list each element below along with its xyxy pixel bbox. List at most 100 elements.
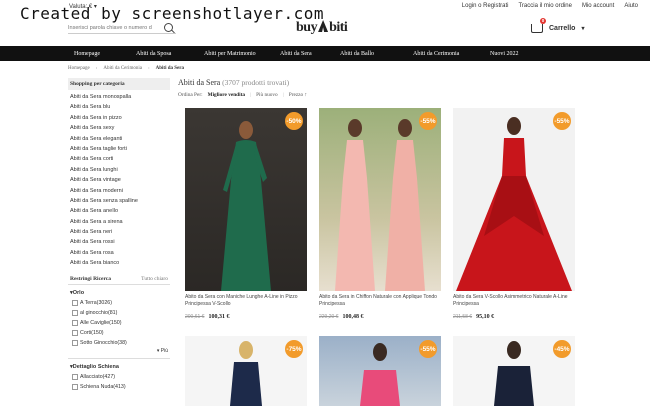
sort-price[interactable]: Prezzo ↑ xyxy=(289,92,307,98)
filter-option[interactable]: A Terra(3026) xyxy=(72,298,170,308)
checkbox[interactable] xyxy=(72,299,78,306)
search-bar xyxy=(68,22,176,34)
original-price: 211,58 € xyxy=(453,314,473,320)
chevron-right-icon: › xyxy=(95,66,98,71)
search-input[interactable] xyxy=(68,24,164,31)
checkbox[interactable] xyxy=(72,339,78,346)
cart-button[interactable]: 0 Carrello ▾ xyxy=(531,18,585,33)
checkbox[interactable] xyxy=(72,373,78,380)
category-link[interactable]: Abiti da Sera eleganti xyxy=(68,134,170,144)
breadcrumb-current: Abiti da Sera xyxy=(155,66,184,71)
filter-title-schiena[interactable]: ▾Dettaglio Schiena xyxy=(68,364,170,370)
nav-item-homepage[interactable]: Homepage xyxy=(74,51,136,57)
nav-item-cerimonia[interactable]: Abiti da Cerimonia xyxy=(413,51,490,57)
checkbox[interactable] xyxy=(72,309,78,316)
product-image[interactable]: -55% xyxy=(453,108,575,291)
category-link[interactable]: Abiti da Sera rossi xyxy=(68,237,170,247)
category-link[interactable]: Abiti da Sera vintage xyxy=(68,175,170,185)
filter-option-label: al ginocchio(81) xyxy=(80,309,118,316)
filter-option[interactable]: al ginocchio(81) xyxy=(72,308,170,318)
sort-newest[interactable]: Più nuovo xyxy=(256,92,278,98)
breadcrumb-home[interactable]: Homepage xyxy=(68,66,90,71)
checkbox[interactable] xyxy=(72,383,78,390)
breadcrumb: Homepage › Abiti da Cerimonia › Abiti da… xyxy=(68,66,184,71)
category-link[interactable]: Abiti da Sera monospalla xyxy=(68,92,170,102)
product-image[interactable]: -45% xyxy=(453,336,575,406)
category-link[interactable]: Abiti da Sera aneIlo xyxy=(68,206,170,216)
nav-item-nuovi[interactable]: Nuovi 2022 xyxy=(490,51,519,57)
category-link[interactable]: Abiti da Sera blu xyxy=(68,102,170,112)
breadcrumb-cerimonia[interactable]: Abiti da Cerimonia xyxy=(103,66,142,71)
product-image[interactable]: -55% xyxy=(319,108,441,291)
checkbox[interactable] xyxy=(72,329,78,336)
category-link[interactable]: Abiti da Sera lunghi xyxy=(68,165,170,175)
my-account-link[interactable]: Mio account xyxy=(582,3,614,9)
search-icon[interactable] xyxy=(164,23,173,32)
product-image[interactable]: -75% xyxy=(185,336,307,406)
chevron-right-icon: › xyxy=(147,66,150,71)
clear-all-link[interactable]: Tutto chiaro xyxy=(141,276,168,282)
category-link[interactable]: Abiti da Sera sexy xyxy=(68,123,170,133)
more-filters-link[interactable]: ▾ Più xyxy=(68,348,170,354)
category-link[interactable]: Abiti da Sera taglie forti xyxy=(68,144,170,154)
filter-option-label: A Terra(3026) xyxy=(80,299,112,306)
discount-badge: -55% xyxy=(553,112,571,130)
category-link[interactable]: Abiti da Sera rosa xyxy=(68,248,170,258)
sort-label: Ordina Per: xyxy=(178,92,203,98)
product-prices: 211,58 € 95,10 € xyxy=(453,314,575,320)
dress-image xyxy=(494,341,534,406)
divider xyxy=(68,357,170,359)
product-card[interactable]: -55% xyxy=(319,336,441,406)
filter-option-label: Sotto Ginocchio(38) xyxy=(80,339,127,346)
product-image[interactable]: -50% xyxy=(185,108,307,291)
chevron-down-icon: ▾ xyxy=(581,26,585,32)
product-name[interactable]: Abito da Sera V-Scollo Asimmetrico Natur… xyxy=(453,294,575,308)
sort-separator: | xyxy=(250,92,252,98)
category-link[interactable]: Abiti da Sera neri xyxy=(68,227,170,237)
nav-item-sposa[interactable]: Abiti da Sposa xyxy=(136,51,204,57)
filter-title-text: Orlo xyxy=(72,289,85,296)
nav-item-ballo[interactable]: Abiti da Ballo xyxy=(340,51,413,57)
discount-badge: -45% xyxy=(553,340,571,358)
nav-item-sera[interactable]: Abiti da Sera xyxy=(280,51,340,57)
category-link[interactable]: Abiti da Sera moderni xyxy=(68,186,170,196)
dress-image xyxy=(456,117,572,291)
cart-label: Carrello xyxy=(549,25,576,32)
refine-header: Restringi Ricerca Tutto chiaro xyxy=(68,274,170,285)
discount-badge: -50% xyxy=(285,112,303,130)
nav-item-matrimonio[interactable]: Abiti per Matrimonio xyxy=(204,51,280,57)
checkbox[interactable] xyxy=(72,319,78,326)
filter-option[interactable]: Corti(150) xyxy=(72,328,170,338)
product-card[interactable]: -55% Abito da Sera V-Scollo Asimmetrico … xyxy=(453,108,575,320)
category-link[interactable]: Abiti da Sera senza spalline xyxy=(68,196,170,206)
filter-option[interactable]: Allacciato(427) xyxy=(72,372,170,382)
track-order-link[interactable]: Traccia il mio ordine xyxy=(518,3,571,9)
category-link[interactable]: Abiti da Sera bianco xyxy=(68,258,170,268)
filter-option-label: Schiena Nuda(413) xyxy=(80,383,126,390)
product-card[interactable]: -50% Abito da Sera con Maniche Lunghe A-… xyxy=(185,108,307,320)
filter-list-schiena: Allacciato(427) Schiena Nuda(413) xyxy=(68,372,170,392)
refine-title: Restringi Ricerca xyxy=(70,275,111,282)
sort-separator: | xyxy=(282,92,284,98)
product-card[interactable]: -55% Abito da Sera in Chiffon Naturale c… xyxy=(319,108,441,320)
sidebar-title: Shopping per categoria xyxy=(68,78,170,90)
category-link[interactable]: Abiti da Sera a sirena xyxy=(68,217,170,227)
sort-bestseller[interactable]: Migliore vendita xyxy=(208,92,245,98)
filter-option[interactable]: Alle Caviglie(150) xyxy=(72,318,170,328)
product-image[interactable]: -55% xyxy=(319,336,441,406)
sale-price: 100,31 € xyxy=(208,314,230,320)
main-nav: Homepage Abiti da Sposa Abiti per Matrim… xyxy=(0,46,650,61)
filter-option[interactable]: Sotto Ginocchio(38) xyxy=(72,338,170,348)
help-link[interactable]: Aiuto xyxy=(624,3,638,9)
filter-option[interactable]: Schiena Nuda(413) xyxy=(72,382,170,392)
product-card[interactable]: -45% xyxy=(453,336,575,406)
category-link[interactable]: Abiti da Sera corti xyxy=(68,154,170,164)
filter-title-orlo[interactable]: ▾Orlo xyxy=(68,290,170,296)
product-card[interactable]: -75% xyxy=(185,336,307,406)
login-link[interactable]: Login o Registrati xyxy=(462,3,509,9)
product-name[interactable]: Abito da Sera in Chiffon Naturale con Ap… xyxy=(319,294,441,308)
product-name[interactable]: Abito da Sera con Maniche Lunghe A-Line … xyxy=(185,294,307,308)
filter-list-orlo: A Terra(3026) al ginocchio(81) Alle Cavi… xyxy=(68,298,170,348)
category-link[interactable]: Abiti da Sera in pizzo xyxy=(68,113,170,123)
result-count: (3707 prodotti trovati) xyxy=(220,78,290,87)
